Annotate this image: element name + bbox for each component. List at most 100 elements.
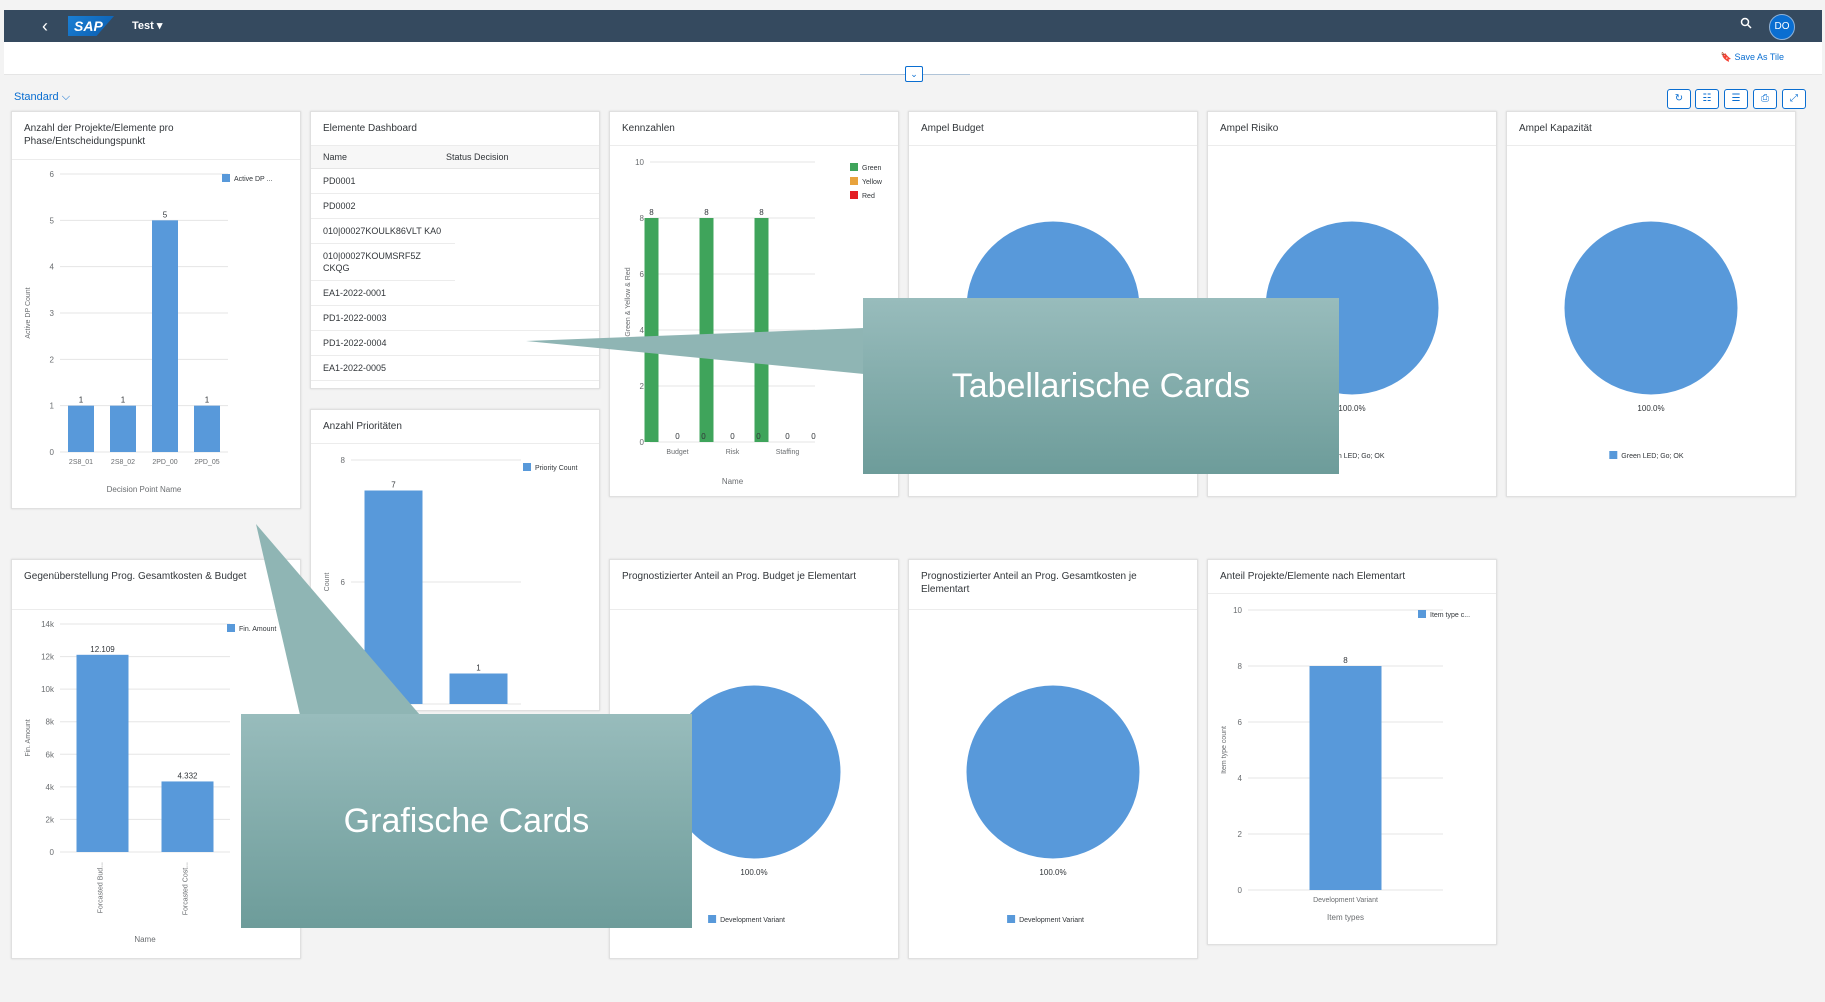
list-view-button[interactable]: ☰ <box>1724 89 1748 109</box>
y-tick-label: 0 <box>640 438 645 447</box>
search-icon[interactable] <box>1740 17 1752 32</box>
y-axis-label: Active DP Count <box>25 287 32 338</box>
y-tick-label: 3 <box>50 309 55 318</box>
data-label: 1 <box>476 664 481 673</box>
y-tick-label: 10 <box>635 158 644 167</box>
legend-label: Red <box>862 193 875 200</box>
table-row[interactable]: PD0001 <box>311 169 599 194</box>
chart-ampel-kapazitaet: 100.0% Green LED; Go; OK <box>1563 220 1739 460</box>
legend-label: Development Variant <box>720 917 785 924</box>
data-label: 8 <box>759 208 764 217</box>
legend-swatch <box>850 177 858 185</box>
print-button[interactable]: ⎙ <box>1753 89 1777 109</box>
y-tick-label: 2 <box>640 382 645 391</box>
y-tick-label: 1 <box>50 402 55 411</box>
data-label: 5 <box>163 210 168 219</box>
chart-anteil-elementart: 0 2 4 6 8 10 8 Development Variant Item types Ite… <box>1221 606 1470 922</box>
chart-bar <box>1309 666 1382 890</box>
chart-bar <box>449 673 508 704</box>
card-ampel-kapazitaet[interactable]: Ampel Kapazität 100.0% Green LED; Go; OK <box>1506 111 1796 497</box>
x-tick-label: Staffing <box>776 449 800 456</box>
legend-label: Green <box>862 165 882 172</box>
y-tick-label: 0 <box>1238 886 1243 895</box>
card-title: Elemente Dashboard <box>311 112 599 146</box>
card-kennzahlen[interactable]: Kennzahlen 0 2 4 6 8 10 8 8 8 0 0 0 0 0 0 Budget Risk Sta… <box>609 111 899 497</box>
callout-label: Grafische Cards <box>343 802 590 840</box>
card-title: Prognostizierter Anteil an Prog. Gesamtk… <box>909 560 1197 610</box>
chart-bar <box>194 405 220 452</box>
save-as-tile-button[interactable]: 🔖 Save As Tile <box>1721 52 1784 63</box>
sap-logo[interactable]: SAP <box>68 16 114 36</box>
y-tick-label: 2 <box>1238 830 1243 839</box>
pie-data-label: 100.0% <box>1039 868 1066 877</box>
legend-swatch <box>1007 915 1016 923</box>
y-tick-label: 2k <box>46 815 55 824</box>
card-title: Ampel Kapazität <box>1507 112 1795 146</box>
y-axis-label: Count <box>324 573 331 592</box>
y-tick-label: 6 <box>640 270 645 279</box>
y-tick-label: 2 <box>50 355 55 364</box>
chart-bar <box>699 218 714 442</box>
avatar[interactable]: DO <box>1769 14 1795 40</box>
sort-button[interactable]: ☷ <box>1695 89 1719 109</box>
x-tick-label: Development Variant <box>1313 897 1378 904</box>
y-tick-label: 4 <box>50 263 55 272</box>
chart-bar <box>68 405 94 452</box>
refresh-button[interactable]: ↻ <box>1667 89 1691 109</box>
table-row[interactable]: PD1-2022-0004 <box>311 331 599 356</box>
fullscreen-button[interactable]: ⤢ <box>1782 89 1806 109</box>
legend-label: Item type c... <box>1430 612 1470 619</box>
variant-selector[interactable]: Standard ⌵ <box>14 91 70 104</box>
y-tick-label: 0 <box>50 448 55 457</box>
y-axis-label: Green & Yellow & Red <box>625 267 632 336</box>
legend-swatch <box>708 915 717 923</box>
column-header-status[interactable]: Status Decision <box>446 152 509 162</box>
column-header-name[interactable]: Name <box>323 152 347 162</box>
legend-swatch <box>850 191 858 199</box>
table-row[interactable]: 010|00027KOUMSRF5Z CKQG <box>311 244 455 281</box>
card-elemente-dashboard[interactable]: Elemente Dashboard Name Status Decision … <box>310 111 600 389</box>
card-title: Ampel Budget <box>909 112 1197 146</box>
x-tick-label: Forcasted Cost... <box>183 862 190 915</box>
card-anteil-gesamtkosten[interactable]: Prognostizierter Anteil an Prog. Gesamtk… <box>908 559 1198 959</box>
chevron-down-icon: ⌵ <box>61 91 71 103</box>
table-row[interactable]: EA1-2022-0001 <box>311 281 599 306</box>
y-tick-label: 10k <box>41 685 55 694</box>
card-title: Anzahl Prioritäten <box>311 410 599 444</box>
app-title-menu[interactable]: Test ▾ <box>132 19 162 32</box>
data-label: 0 <box>730 432 735 441</box>
callout-tabellarische-cards: Tabellarische Cards <box>863 298 1339 474</box>
table-row[interactable]: 010|00027KOULK86VLT KA0 <box>311 219 455 244</box>
chart-bar <box>161 781 214 852</box>
y-tick-label: 6 <box>50 170 55 179</box>
pie-data-label: 100.0% <box>1338 404 1365 413</box>
y-tick-label: 14k <box>41 620 55 629</box>
pie-data-label: 100.0% <box>1637 404 1664 413</box>
table-row[interactable]: PD0002 <box>311 194 599 219</box>
data-label: 1 <box>79 396 84 405</box>
data-label: 12.109 <box>90 645 115 654</box>
legend-label: Active DP ... <box>234 176 272 183</box>
elements-table: Name Status Decision PD0001 PD0002 010|0… <box>311 146 599 381</box>
callout-label: Tabellarische Cards <box>951 367 1251 405</box>
y-axis-label: Fin. Amount <box>25 719 32 756</box>
variant-label: Standard <box>14 91 59 103</box>
y-tick-label: 8 <box>640 214 645 223</box>
card-projects-per-phase[interactable]: Anzahl der Projekte/Elemente pro Phase/E… <box>11 111 301 509</box>
chart-anzahl-prioritaeten: 6 8 7 1 Count Priority Count <box>324 456 577 705</box>
data-label: 7 <box>391 481 396 490</box>
chart-bar <box>76 654 129 852</box>
card-anteil-elementart[interactable]: Anteil Projekte/Elemente nach Elementart… <box>1207 559 1497 945</box>
y-axis-label: Item type count <box>1221 726 1228 774</box>
x-tick-label: 2PD_00 <box>152 459 177 466</box>
x-axis-label: Item types <box>1327 913 1364 922</box>
y-tick-label: 10 <box>1233 606 1242 615</box>
card-anzahl-prioritaeten[interactable]: Anzahl Prioritäten 6 8 7 1 Count Priority Cou… <box>310 409 600 711</box>
back-icon[interactable]: ‹ <box>42 16 48 37</box>
table-row[interactable]: EA1-2022-0005 <box>311 356 599 381</box>
data-label: 1 <box>205 396 210 405</box>
collapse-header-button[interactable]: ⌄ <box>905 66 923 82</box>
shell-bar: ‹ SAP Test ▾ DO <box>4 10 1822 42</box>
chart-bar <box>152 220 178 452</box>
table-row[interactable]: PD1-2022-0003 <box>311 306 599 331</box>
